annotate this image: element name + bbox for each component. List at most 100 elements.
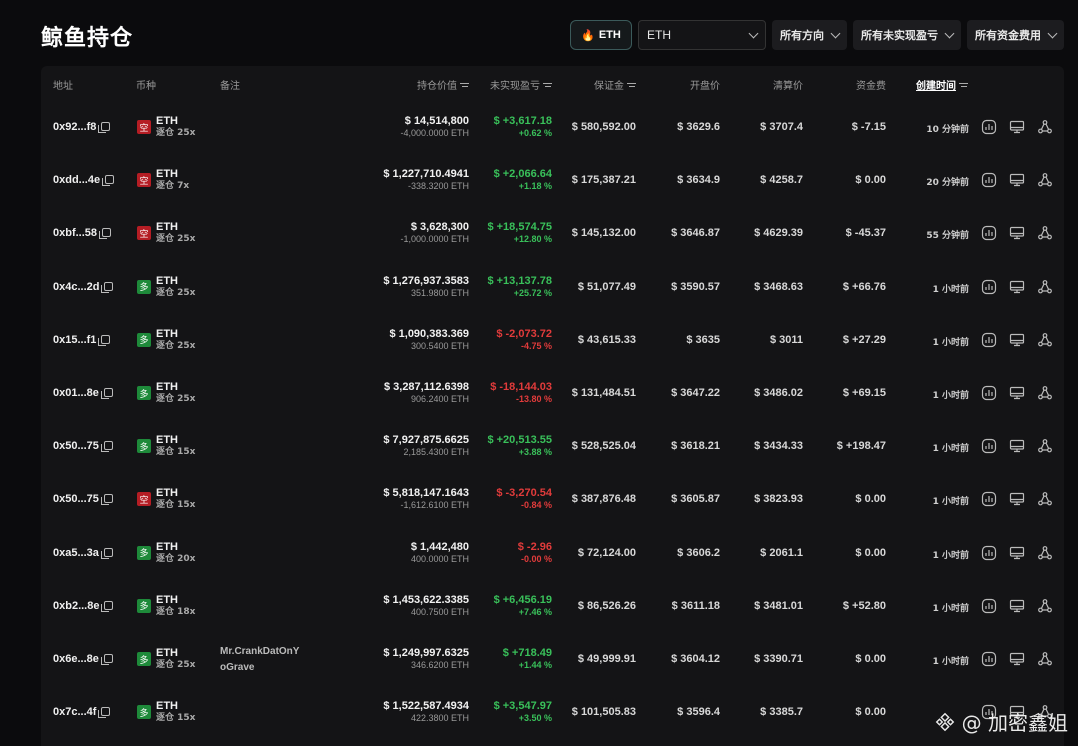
table-row[interactable]: 0x50...75 空 ETH 逐仓 15x $ 5,818,147.1643 … xyxy=(41,473,1064,526)
share-icon[interactable] xyxy=(1037,651,1053,667)
table-row[interactable]: 0x92...f8 空 ETH 逐仓 25x $ 14,514,800 -4,0… xyxy=(41,101,1064,154)
chart-icon[interactable] xyxy=(981,491,997,507)
table-row[interactable]: 0x6e...8e 多 ETH 逐仓 25x Mr.CrankDatOnY oG… xyxy=(41,633,1064,686)
table-row[interactable]: 0x15...f1 多 ETH 逐仓 25x $ 1,090,383.369 3… xyxy=(41,314,1064,367)
chart-icon[interactable] xyxy=(981,598,997,614)
copy-icon[interactable] xyxy=(101,281,114,293)
leverage-text: 逐仓 25x xyxy=(156,394,196,404)
copy-icon[interactable] xyxy=(98,122,111,133)
coin-cell: ETH 逐仓 20x xyxy=(156,541,195,565)
copy-icon[interactable] xyxy=(100,388,113,399)
share-icon[interactable] xyxy=(1037,332,1053,348)
chart-icon[interactable] xyxy=(981,119,997,135)
address-cell[interactable]: 0x50...75 xyxy=(53,440,113,453)
table-row[interactable]: 0x7c...4f 多 ETH 逐仓 15x $ 1,522,587.4934 … xyxy=(41,686,1064,739)
share-icon[interactable] xyxy=(1037,385,1053,401)
col-margin[interactable]: 保证金 xyxy=(594,77,636,92)
copy-icon[interactable] xyxy=(98,334,111,346)
share-icon[interactable] xyxy=(1037,545,1053,561)
position-size: -4,000.0000 ETH xyxy=(400,128,469,138)
chart-icon[interactable] xyxy=(981,385,997,401)
share-icon[interactable] xyxy=(1037,279,1053,295)
monitor-icon[interactable] xyxy=(1009,119,1025,135)
share-icon[interactable] xyxy=(1037,438,1053,454)
table-row[interactable]: 0xdd...4e 空 ETH 逐仓 7x $ 1,227,710.4941 -… xyxy=(41,154,1064,207)
chart-icon[interactable] xyxy=(981,651,997,667)
unrealized-select-value: 所有未实现盈亏 xyxy=(861,29,938,42)
chart-icon[interactable] xyxy=(981,545,997,561)
address-cell[interactable]: 0xdd...4e xyxy=(53,174,115,187)
share-icon[interactable] xyxy=(1037,172,1053,188)
table-row[interactable]: 0x01...8e 多 ETH 逐仓 25x $ 3,287,112.6398 … xyxy=(41,367,1064,420)
table-row[interactable]: 0xbf...58 空 ETH 逐仓 25x $ 3,628,300 -1,00… xyxy=(41,207,1064,260)
chart-icon[interactable] xyxy=(981,332,997,348)
note-line-1: Mr.CrankDatOnY xyxy=(220,646,300,657)
chart-icon[interactable] xyxy=(981,438,997,454)
side-badge: 空 xyxy=(137,173,151,188)
direction-select[interactable]: 所有方向 xyxy=(772,20,847,50)
table-row[interactable]: 0x50...75 多 ETH 逐仓 15x $ 7,927,875.6625 … xyxy=(41,420,1064,473)
copy-icon[interactable] xyxy=(100,441,113,453)
coin-name: ETH xyxy=(156,221,178,234)
monitor-icon[interactable] xyxy=(1009,172,1025,188)
chart-icon[interactable] xyxy=(981,172,997,188)
coin-cell: ETH 逐仓 15x xyxy=(156,434,195,458)
monitor-icon[interactable] xyxy=(1009,225,1025,241)
pnl-value: $ +3,617.18 xyxy=(493,115,552,127)
address-cell[interactable]: 0x50...75 xyxy=(53,493,113,506)
copy-icon[interactable] xyxy=(99,228,112,240)
coin-name: ETH xyxy=(156,487,178,500)
copy-icon[interactable] xyxy=(102,175,115,187)
monitor-icon[interactable] xyxy=(1009,491,1025,507)
address-cell[interactable]: 0x92...f8 xyxy=(53,121,111,133)
copy-icon[interactable] xyxy=(98,707,111,719)
address-cell[interactable]: 0xa5...3a xyxy=(53,547,113,559)
copy-icon[interactable] xyxy=(100,494,113,506)
liquidation-price-cell: $ 3481.01 xyxy=(754,599,803,612)
address-cell[interactable]: 0x01...8e xyxy=(53,387,113,399)
address-cell[interactable]: 0x15...f1 xyxy=(53,334,111,346)
share-icon[interactable] xyxy=(1037,598,1053,614)
address-cell[interactable]: 0xb2...8e xyxy=(53,600,114,612)
monitor-icon[interactable] xyxy=(1009,332,1025,348)
address-cell[interactable]: 0x4c...2d xyxy=(53,281,114,293)
monitor-icon[interactable] xyxy=(1009,438,1025,454)
liquidation-price-cell: $ 3385.7 xyxy=(760,706,803,719)
monitor-icon[interactable] xyxy=(1009,385,1025,401)
pnl-cell: $ -2.96 -0.00 % xyxy=(518,541,552,565)
copy-icon[interactable] xyxy=(100,547,113,559)
coin-name: ETH xyxy=(156,327,178,340)
leverage-text: 逐仓 25x xyxy=(156,287,196,298)
share-icon[interactable] xyxy=(1037,119,1053,135)
address-text: 0x7c...4f xyxy=(53,706,97,719)
coin-select[interactable]: ETH xyxy=(638,20,766,50)
coin-name: ETH xyxy=(156,434,178,447)
chart-icon[interactable] xyxy=(981,225,997,241)
copy-icon[interactable] xyxy=(100,654,113,665)
coin-name: ETH xyxy=(156,700,178,713)
side-badge: 多 xyxy=(137,386,151,400)
funding-select[interactable]: 所有资金费用 xyxy=(967,20,1064,50)
col-created[interactable]: 创建时间 xyxy=(916,77,968,92)
address-cell[interactable]: 0x6e...8e xyxy=(53,653,113,665)
col-value[interactable]: 持仓价值 xyxy=(417,77,469,92)
created-time-cell: 1 小时前 xyxy=(932,603,969,614)
copy-icon[interactable] xyxy=(101,600,114,612)
coin-cell: ETH 逐仓 15x xyxy=(156,487,195,511)
col-pnl[interactable]: 未实现盈亏 xyxy=(490,77,552,92)
table-row[interactable]: 0xb2...8e 多 ETH 逐仓 18x $ 1,453,622.3385 … xyxy=(41,580,1064,633)
monitor-icon[interactable] xyxy=(1009,651,1025,667)
entry-price-cell: $ 3629.6 xyxy=(677,121,720,133)
monitor-icon[interactable] xyxy=(1009,598,1025,614)
monitor-icon[interactable] xyxy=(1009,545,1025,561)
address-cell[interactable]: 0x7c...4f xyxy=(53,706,111,719)
table-row[interactable]: 0x4c...2d 多 ETH 逐仓 25x $ 1,276,937.3583 … xyxy=(41,261,1064,314)
table-row[interactable]: 0xa5...3a 多 ETH 逐仓 20x $ 1,442,480 400.0… xyxy=(41,527,1064,580)
share-icon[interactable] xyxy=(1037,491,1053,507)
eth-chip-button[interactable]: 🔥 ETH xyxy=(570,20,632,50)
share-icon[interactable] xyxy=(1037,225,1053,241)
unrealized-select[interactable]: 所有未实现盈亏 xyxy=(853,20,961,50)
monitor-icon[interactable] xyxy=(1009,279,1025,295)
chart-icon[interactable] xyxy=(981,279,997,295)
address-cell[interactable]: 0xbf...58 xyxy=(53,227,112,240)
